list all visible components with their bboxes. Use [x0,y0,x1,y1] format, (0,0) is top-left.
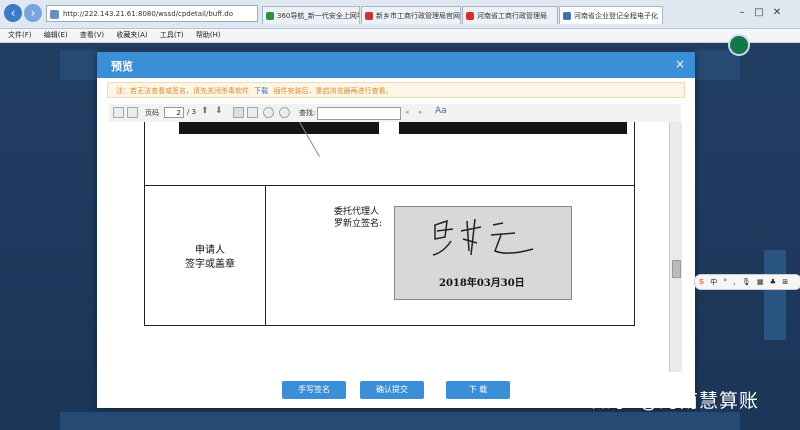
zoom-out-icon[interactable] [279,107,290,118]
ime-toolbar: S 中 ° , 🎙 ▦ ♣ ⊞ [694,274,800,290]
tab-360-nav[interactable]: 360导航_新一代安全上网导航 [262,6,360,24]
address-bar[interactable]: http://222.143.21.61:8080/wssd/cpdetail/… [46,5,258,22]
table-border-left [144,122,145,326]
applicant-line-1: 申请人 [195,245,225,256]
plugin-notice: 注：若无法查看或签名，请先关闭杀毒软件 下载 插件安装后，重启浏览器再进行查看。 [107,82,685,98]
scroll-thumb[interactable] [672,260,681,278]
ime-voice-icon[interactable]: 🎙 [742,278,751,286]
page-footer-strip [60,412,740,430]
tab-xinxiang[interactable]: 新乡市工商行政管理局官网 [361,6,461,24]
fit-width-icon[interactable] [247,107,258,118]
agent-line-2: 罗新立签名: [334,219,383,229]
tab-favicon-icon [563,12,571,20]
zoom-in-icon[interactable] [263,107,274,118]
tab-label: 360导航_新一代安全上网导航 [277,12,359,20]
prev-page-icon[interactable]: ⬆ [201,106,209,116]
minimize-icon[interactable]: – [735,6,749,20]
fit-page-icon[interactable] [233,107,244,118]
menu-view[interactable]: 查看(V) [80,31,104,39]
notification-badge: 1 [746,30,751,38]
close-window-icon[interactable]: ✕ [770,6,784,20]
close-icon[interactable]: × [675,57,685,71]
ime-chinese-mode[interactable]: 中 [710,278,717,286]
forward-icon[interactable]: › [24,4,42,22]
ime-comma[interactable]: , [733,278,735,286]
page-label: 页码 [145,109,159,117]
id-photo-back [399,122,627,134]
confirm-submit-button[interactable]: 确认提交 [360,381,424,399]
watermark-text: 知乎 @河南慧算账 [592,390,760,412]
next-page-icon[interactable]: ⬇ [215,106,223,116]
menu-favorites[interactable]: 收藏夹(A) [116,31,147,39]
find-prev-icon[interactable]: ◂ [405,108,409,116]
tab-henan-registration[interactable]: 河南省企业登记全程电子化 [559,6,663,24]
download-button[interactable]: 下 载 [446,381,510,399]
tab-label: 河南省工商行政管理局 [477,12,547,20]
back-icon[interactable]: ‹ [4,4,22,22]
notice-text: 注：若无法查看或签名，请先关闭杀毒软件 [116,87,249,95]
table-border-right-top [634,122,635,186]
agent-line-1: 委托代理人 [334,207,380,217]
print-icon[interactable] [127,107,138,118]
tab-label: 新乡市工商行政管理局官网 [376,12,460,20]
menu-help[interactable]: 帮助(H) [196,31,221,39]
modal-header: 预览 × [97,52,695,78]
menu-edit[interactable]: 编辑(E) [44,31,68,39]
notice-text-suffix: 插件安装后，重启浏览器再进行查看。 [273,87,393,95]
pdf-toolbar: 页码 2 / 3 ⬆ ⬇ 查找: ◂ ▸ Aa [109,104,681,123]
menu-tools[interactable]: 工具(T) [160,31,184,39]
table-row-divider [144,185,635,186]
ime-punctuation[interactable]: ° [724,278,728,286]
menu-bar: 文件(F) 编辑(E) 查看(V) 收藏夹(A) 工具(T) 帮助(H) [0,29,800,43]
page-total: / 3 [187,108,197,116]
document-viewer: 申请人 签字或盖章 委托代理人 罗新立签名: 2018年03月30日 [109,122,669,372]
ime-toolbox-icon[interactable]: ⊞ [782,278,788,286]
table-border-right [634,185,635,326]
tab-favicon-icon [365,12,373,20]
applicant-label: 申请人 签字或盖章 [155,244,265,272]
ime-keyboard-icon[interactable]: ▦ [757,278,764,286]
sogou-icon[interactable]: S [699,278,704,286]
menu-file[interactable]: 文件(F) [8,31,32,39]
tab-favicon-icon [266,12,274,20]
preview-modal: 预览 × 注：若无法查看或签名，请先关闭杀毒软件 下载 插件安装后，重启浏览器再… [97,52,695,408]
applicant-line-2: 签字或盖章 [185,259,235,270]
table-border-bottom [144,325,635,326]
handwritten-signature [432,218,534,256]
handwrite-sign-button[interactable]: 手写签名 [282,381,346,399]
modal-title: 预览 [111,60,133,73]
font-size-icon[interactable]: Aa [435,106,447,116]
side-toolbar [764,250,786,340]
save-icon[interactable] [113,107,124,118]
maximize-icon[interactable]: □ [752,6,766,20]
find-label: 查找: [299,109,316,117]
tab-henan-aic[interactable]: 河南省工商行政管理局 [462,6,558,24]
signature-pad[interactable]: 2018年03月30日 [394,206,572,300]
address-text: http://222.143.21.61:8080/wssd/cpdetail/… [63,10,233,18]
signature-date: 2018年03月30日 [439,278,525,289]
ime-skin-icon[interactable]: ♣ [770,278,776,286]
viewer-scrollbar[interactable] [669,122,682,372]
find-input[interactable] [317,107,401,120]
find-next-icon[interactable]: ▸ [419,108,423,116]
tab-label: 河南省企业登记全程电子化 [574,12,658,20]
tab-favicon-icon [466,12,474,20]
table-column-divider [265,185,266,326]
page-number-input[interactable]: 2 [164,107,184,118]
browser-titlebar: ‹ › http://222.143.21.61:8080/wssd/cpdet… [0,0,800,29]
site-icon [50,10,59,19]
id-photo-front [179,122,379,134]
agent-label: 委托代理人 罗新立签名: [334,206,394,230]
download-link[interactable]: 下载 [254,87,268,95]
